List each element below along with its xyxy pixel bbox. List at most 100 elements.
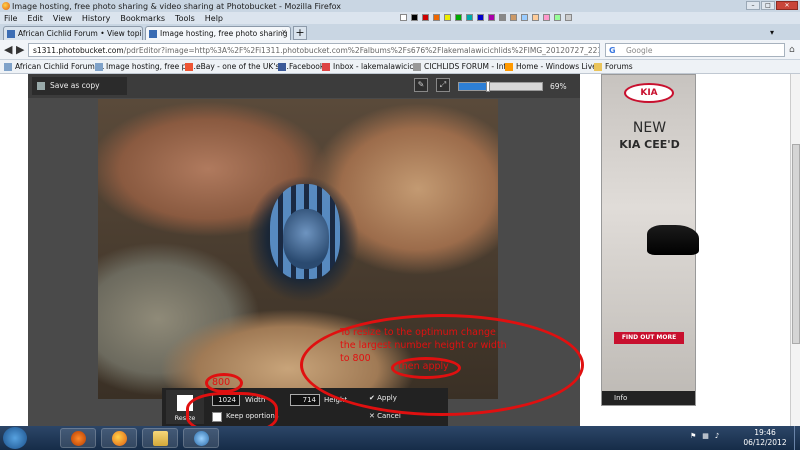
bookmark-label: Forums: [605, 62, 633, 71]
color-palette-toolbar: [400, 14, 572, 21]
page-scrollbar[interactable]: [790, 74, 800, 426]
zoom-slider[interactable]: [458, 81, 543, 92]
save-icon: [37, 82, 45, 90]
taskbar-firefox[interactable]: [101, 428, 137, 448]
windows-taskbar: ⚑ ▦ ♪ 19:46 06/12/2012: [0, 426, 800, 450]
window-titlebar: Image hosting, free photo sharing & vide…: [0, 0, 800, 12]
find-out-more-button[interactable]: FIND OUT MORE: [614, 332, 684, 344]
media-player-icon: [71, 431, 86, 446]
bookmark-item[interactable]: Facebook: [278, 62, 324, 71]
zoom-slider-thumb[interactable]: [486, 81, 490, 92]
menu-tools[interactable]: Tools: [175, 14, 195, 23]
menu-edit[interactable]: Edit: [27, 14, 43, 23]
bookmark-item[interactable]: Home - Windows Live: [505, 62, 597, 71]
annotation-text-line-2: the largest number height or width: [340, 340, 507, 351]
taskbar-explorer[interactable]: [142, 428, 178, 448]
bookmark-label: Facebook: [289, 62, 325, 71]
folder-icon: [153, 431, 168, 446]
palette-swatch[interactable]: [444, 14, 451, 21]
ad-model: KIA CEE'D: [619, 138, 680, 151]
new-tab-button[interactable]: +: [293, 26, 307, 40]
height-input[interactable]: 714: [290, 394, 320, 406]
bookmark-favicon-icon: [4, 63, 12, 71]
tab-list-chevron-icon[interactable]: ▾: [770, 28, 774, 37]
palette-swatch[interactable]: [510, 14, 517, 21]
app-icon: [194, 431, 209, 446]
home-icon[interactable]: ⌂: [789, 45, 795, 55]
bookmark-item[interactable]: eBay - one of the UK's ...: [185, 62, 289, 71]
kia-advertisement[interactable]: KIA NEW KIA CEE'D FIND OUT MORE Info: [601, 74, 699, 406]
window-controls: – □ ✕: [746, 1, 798, 10]
ad-headline: NEW: [632, 120, 667, 136]
palette-swatch[interactable]: [521, 14, 528, 21]
windows-live-icon: [505, 63, 513, 71]
annotation-800-text: 800: [212, 377, 231, 388]
address-bar[interactable]: s1311.photobucket.com/pdrEditor?image=ht…: [28, 43, 600, 57]
taskbar-clock[interactable]: 19:46 06/12/2012: [740, 428, 790, 448]
kia-logo: KIA: [624, 83, 674, 103]
palette-swatch[interactable]: [543, 14, 550, 21]
close-window-button[interactable]: ✕: [776, 1, 798, 10]
scrollbar-thumb[interactable]: [792, 144, 800, 344]
palette-swatch[interactable]: [466, 14, 473, 21]
annotation-text-line-3: to 800: [340, 353, 371, 364]
tab-label: African Cichlid Forum • View topic - ...: [18, 29, 142, 38]
palette-swatch[interactable]: [477, 14, 484, 21]
search-input[interactable]: G Google: [605, 43, 785, 57]
page-content: Save as copy ✎ ⤢ 69% Resize 1024 Width 7…: [0, 74, 800, 434]
palette-swatch[interactable]: [411, 14, 418, 21]
facebook-icon: [278, 63, 286, 71]
maximize-button[interactable]: □: [761, 1, 775, 10]
palette-swatch[interactable]: [554, 14, 561, 21]
bookmark-item[interactable]: Forums: [594, 62, 633, 71]
edit-tool-icon[interactable]: ✎: [414, 78, 428, 92]
forward-arrow-icon[interactable]: ▶: [16, 43, 24, 56]
flag-icon[interactable]: ⚑: [690, 432, 696, 440]
volume-icon[interactable]: ♪: [715, 432, 719, 440]
bookmark-label: Home - Windows Live: [516, 62, 597, 71]
palette-swatch[interactable]: [433, 14, 440, 21]
palette-swatch[interactable]: [455, 14, 462, 21]
palette-swatch[interactable]: [422, 14, 429, 21]
tab-photobucket[interactable]: Image hosting, free photo sharing & ... …: [145, 26, 291, 40]
menu-file[interactable]: File: [4, 14, 17, 23]
fullscreen-icon[interactable]: ⤢: [436, 78, 450, 92]
zoom-slider-fill: [459, 83, 488, 90]
clock-time: 19:46: [754, 428, 776, 437]
start-button[interactable]: [3, 427, 27, 449]
editor-top-controls: Save as copy ✎ ⤢ 69%: [28, 74, 580, 98]
menu-bookmarks[interactable]: Bookmarks: [120, 14, 165, 23]
palette-swatch[interactable]: [400, 14, 407, 21]
taskbar-media-player[interactable]: [60, 428, 96, 448]
close-tab-icon[interactable]: ×: [281, 28, 287, 36]
taskbar-app[interactable]: [183, 428, 219, 448]
gmail-icon: [322, 63, 330, 71]
bookmark-item[interactable]: African Cichlid Forum ...: [4, 62, 104, 71]
menu-view[interactable]: View: [53, 14, 72, 23]
photobucket-favicon-icon: [149, 30, 157, 38]
annotation-apply-text: then apply: [398, 361, 449, 372]
minimize-button[interactable]: –: [746, 1, 760, 10]
navigation-bar: ◀ ▶ s1311.photobucket.com/pdrEditor?imag…: [0, 40, 800, 60]
bookmark-favicon-icon: [95, 63, 103, 71]
url-path: /pdrEditor?image=http%3A%2F%2Fi1311.phot…: [123, 46, 599, 55]
menu-history[interactable]: History: [82, 14, 110, 23]
bookmark-label: Inbox - lakemalawicic...: [333, 62, 421, 71]
back-arrow-icon[interactable]: ◀: [4, 43, 12, 56]
menu-help[interactable]: Help: [205, 14, 223, 23]
save-as-copy-button[interactable]: Save as copy: [32, 77, 127, 95]
network-icon[interactable]: ▦: [702, 432, 709, 440]
palette-swatch[interactable]: [488, 14, 495, 21]
palette-swatch[interactable]: [532, 14, 539, 21]
palette-swatch[interactable]: [499, 14, 506, 21]
bookmark-item[interactable]: Inbox - lakemalawicic...: [322, 62, 421, 71]
show-desktop-button[interactable]: [794, 426, 800, 450]
palette-swatch[interactable]: [565, 14, 572, 21]
bookmark-item[interactable]: CICHLIDS FORUM - Inf...: [413, 62, 513, 71]
fish-photo-face: [283, 209, 329, 269]
tab-cichlid-forum[interactable]: African Cichlid Forum • View topic - ...: [3, 26, 143, 40]
zoom-level: 69%: [550, 82, 567, 91]
ad-info-link[interactable]: Info: [602, 391, 695, 405]
firefox-icon: [112, 431, 127, 446]
bookmark-item[interactable]: Image hosting, free ph...: [95, 62, 198, 71]
